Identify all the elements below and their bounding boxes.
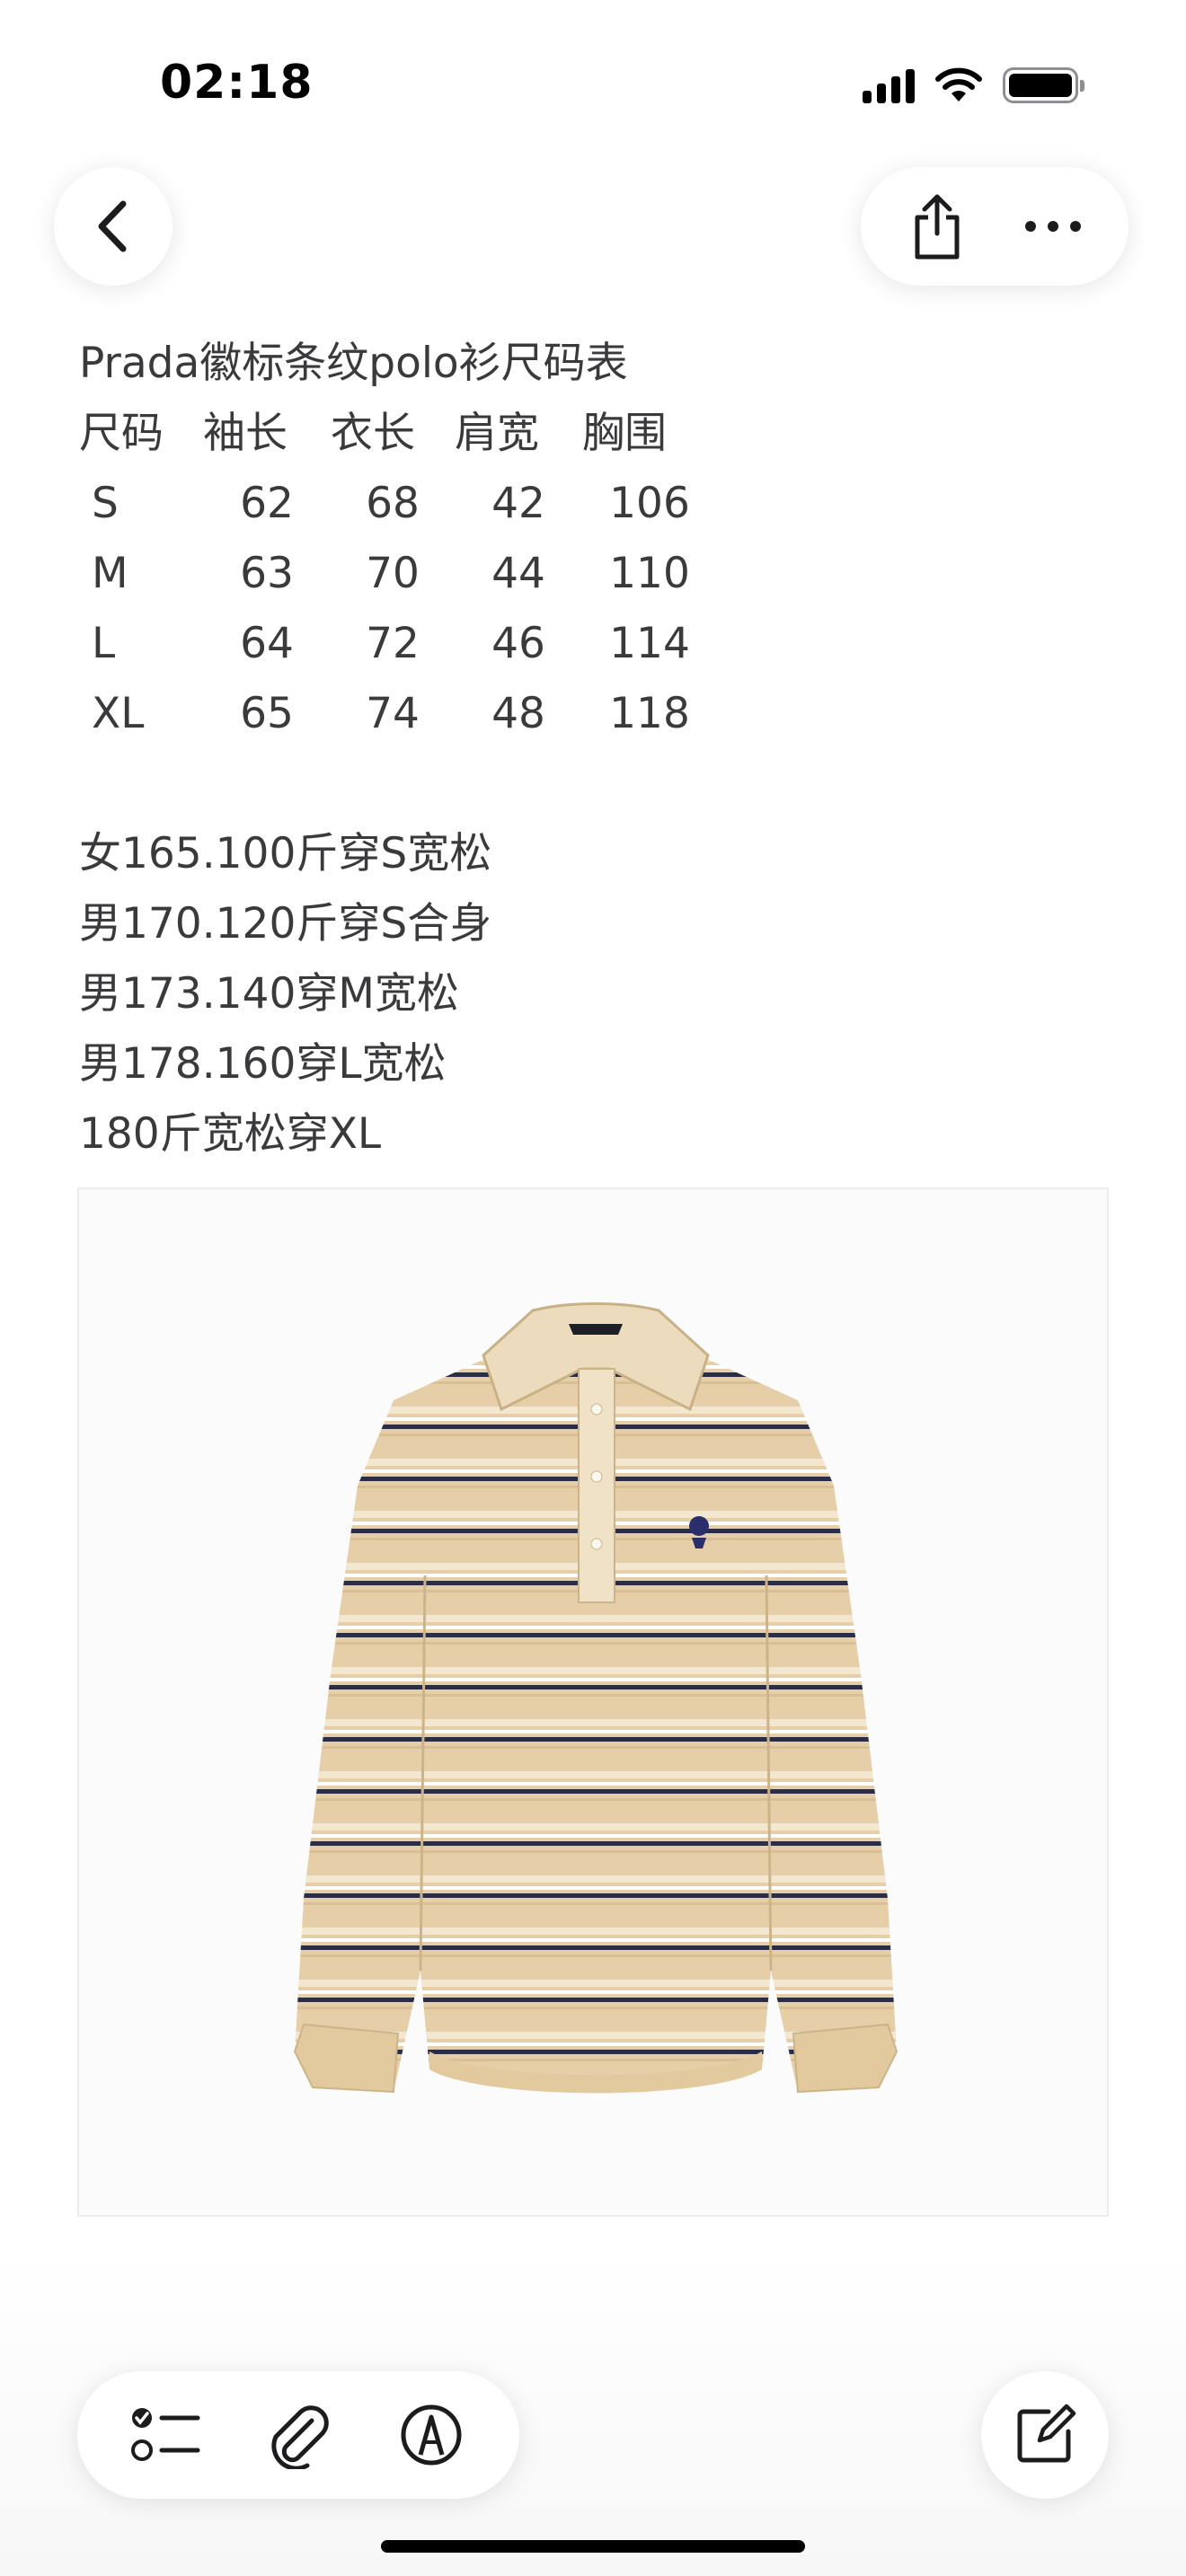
cell-chest: 118: [609, 689, 690, 738]
ellipsis-icon: [1024, 221, 1081, 232]
notes-screen: 02:18 Prada徽标条纹polo衫尺码表 尺码 袖长 衣长 肩宽 胸围 S…: [0, 0, 1186, 2576]
table-row: L 64 72 46 114: [79, 609, 1112, 679]
battery-icon: [1003, 67, 1084, 103]
header-shoulder: 肩宽: [455, 409, 539, 458]
table-row: S 62 68 42 106: [79, 469, 1112, 539]
attachment-button[interactable]: [258, 2395, 339, 2475]
share-button[interactable]: [897, 186, 978, 267]
cell-sleeve: 65: [240, 689, 294, 738]
cell-chest: 110: [609, 549, 690, 598]
more-button[interactable]: [1013, 186, 1093, 267]
recommendation-line: 男173.140穿M宽松: [79, 969, 459, 1019]
recommendation-line: 男178.160穿L宽松: [79, 1039, 447, 1089]
recommendation-line: 男170.120斤穿S合身: [79, 899, 492, 948]
header-length: 衣长: [331, 409, 415, 458]
compose-icon: [1017, 2404, 1076, 2463]
note-actions-group: [861, 167, 1128, 286]
cell-size: S: [92, 479, 119, 528]
share-icon: [915, 194, 959, 260]
cell-length: 70: [366, 549, 420, 598]
cell-shoulder: 46: [491, 619, 545, 668]
back-button[interactable]: [54, 167, 173, 286]
cell-length: 72: [366, 619, 420, 668]
polo-shirt-illustration: [293, 1302, 898, 2094]
cell-shoulder: 48: [491, 689, 545, 738]
note-body[interactable]: Prada徽标条纹polo衫尺码表 尺码 袖长 衣长 肩宽 胸围 S 62 68…: [79, 329, 1112, 1169]
header-sleeve: 袖长: [203, 409, 288, 458]
markup-button[interactable]: [391, 2395, 472, 2475]
cell-sleeve: 63: [240, 549, 294, 598]
status-icons: [863, 63, 1084, 108]
home-indicator[interactable]: [381, 2540, 805, 2553]
recommendation-line: 180斤宽松穿XL: [79, 1109, 382, 1159]
cell-shoulder: 42: [491, 479, 545, 528]
header-chest: 胸围: [582, 409, 667, 458]
cell-length: 74: [366, 689, 420, 738]
paperclip-icon: [271, 2405, 329, 2469]
note-title: Prada徽标条纹polo衫尺码表: [79, 339, 628, 388]
cell-size: M: [92, 549, 128, 598]
status-time: 02:18: [160, 56, 314, 110]
bottom-toolbar: [77, 2371, 519, 2499]
markup-pen-icon: [401, 2404, 462, 2466]
table-row: M 63 70 44 110: [79, 539, 1112, 609]
checklist-icon: [131, 2408, 200, 2461]
size-table-header: 尺码 袖长 衣长 肩宽 胸围: [79, 399, 1112, 469]
cell-sleeve: 64: [240, 619, 294, 668]
header-size: 尺码: [79, 409, 164, 458]
wifi-icon: [935, 67, 982, 101]
cell-size: XL: [92, 689, 145, 738]
checklist-button[interactable]: [125, 2395, 206, 2475]
cell-length: 68: [366, 479, 420, 528]
cellular-signal-icon: [863, 67, 915, 103]
table-row: XL 65 74 48 118: [79, 679, 1112, 749]
recommendation-line: 女165.100斤穿S宽松: [79, 829, 492, 878]
cell-chest: 114: [609, 619, 690, 668]
cell-shoulder: 44: [491, 549, 545, 598]
cell-sleeve: 62: [240, 479, 294, 528]
cell-size: L: [92, 619, 116, 668]
cell-chest: 106: [609, 479, 690, 528]
polo-shirt-photo[interactable]: [77, 1187, 1109, 2217]
chevron-left-icon: [98, 200, 127, 252]
compose-button[interactable]: [981, 2371, 1109, 2499]
